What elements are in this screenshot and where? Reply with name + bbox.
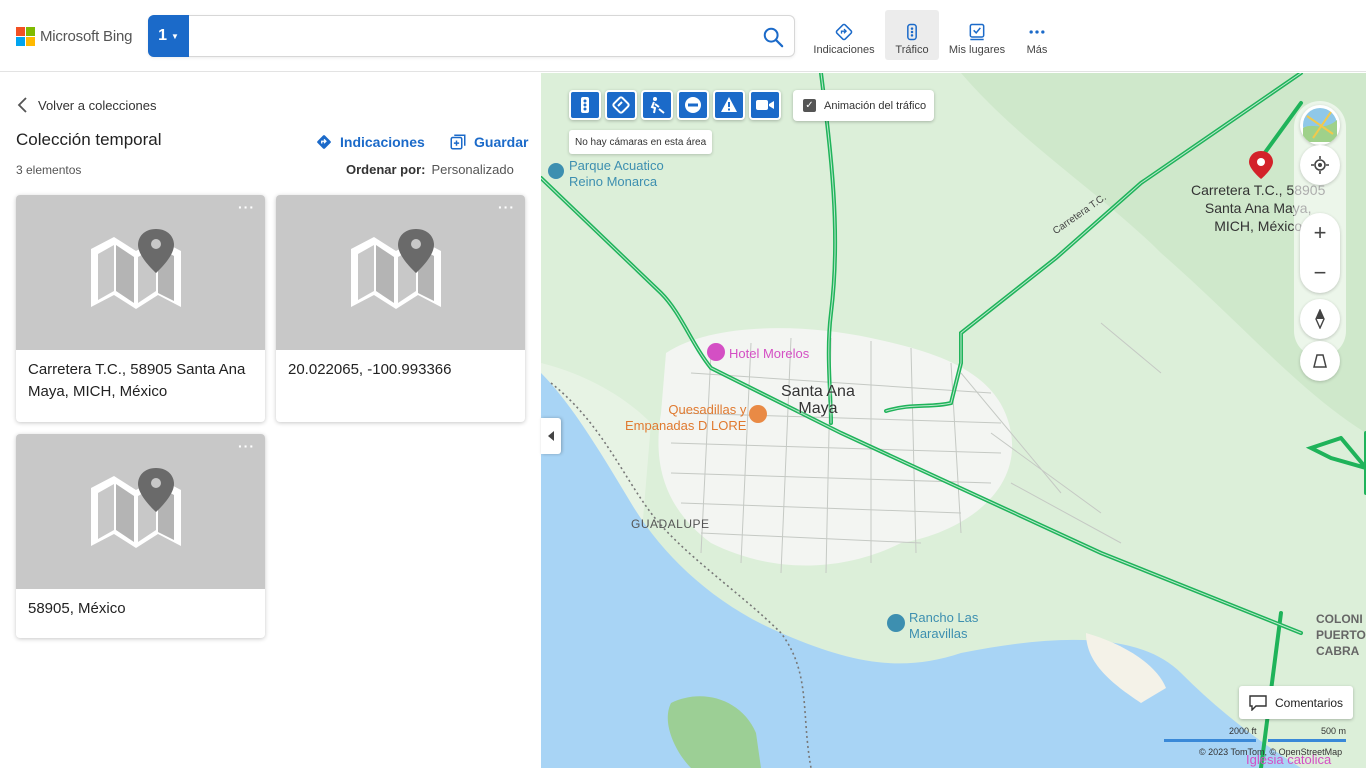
- traffic-animation-toggle[interactable]: ✓ Animación del tráfico: [793, 90, 935, 121]
- zoom-out-button[interactable]: −: [1300, 253, 1340, 293]
- map-pin-icon: [91, 229, 181, 309]
- sort-control[interactable]: Ordenar por: Personalizado: [346, 162, 514, 177]
- sort-value: Personalizado: [431, 162, 514, 177]
- camera-icon: [756, 100, 774, 110]
- back-link-label: Volver a colecciones: [38, 97, 157, 113]
- search-scope-label: 1: [158, 27, 167, 44]
- nav-directions[interactable]: Indicaciones: [808, 10, 880, 60]
- compass-icon: [1315, 309, 1325, 329]
- traffic-incidents-button[interactable]: [605, 90, 637, 120]
- search-scope-dropdown[interactable]: 1 ▼: [148, 15, 189, 57]
- item-thumbnail: ···: [276, 195, 525, 350]
- map-pin-icon: [91, 468, 181, 548]
- chevron-down-icon: ▼: [170, 31, 179, 41]
- item-more-options[interactable]: ···: [238, 199, 255, 215]
- map-label-parque[interactable]: Parque Acuatico Reino Monarca: [569, 158, 664, 190]
- directions-icon: [317, 135, 331, 149]
- nav-traffic-label: Tráfico: [895, 44, 929, 56]
- nav-traffic[interactable]: Tráfico: [885, 10, 939, 60]
- map-label-rancho[interactable]: Rancho Las Maravillas: [909, 610, 978, 642]
- map-label-hotel[interactable]: Hotel Morelos: [729, 346, 809, 361]
- microsoft-logo-icon: [16, 26, 35, 46]
- traffic-icon: [907, 23, 917, 41]
- map-label-town: Santa Ana Maya: [781, 383, 855, 417]
- search-input[interactable]: [197, 24, 737, 48]
- nav-my-places[interactable]: Mis lugares: [945, 10, 1009, 60]
- nav-more[interactable]: Más: [1017, 10, 1057, 60]
- zoom-controls: + −: [1300, 213, 1340, 293]
- no-entry-icon: [685, 97, 701, 113]
- tilt-icon: [1313, 354, 1327, 368]
- collapse-panel-button[interactable]: [541, 418, 561, 454]
- camera-note: No hay cámaras en esta área: [569, 130, 713, 154]
- collection-title: Colección temporal: [16, 130, 162, 149]
- chevron-left-icon: [17, 97, 27, 113]
- map-style-icon: [1303, 108, 1337, 142]
- locate-me-button[interactable]: [1300, 145, 1340, 185]
- directions-icon: [835, 23, 853, 41]
- cameras-button[interactable]: [749, 90, 781, 120]
- scale-bar-ft: [1164, 739, 1256, 742]
- item-label: 58905, México: [28, 600, 126, 617]
- search-icon[interactable]: [762, 26, 784, 48]
- feedback-button[interactable]: Comentarios: [1239, 686, 1354, 719]
- search-box: 1 ▼: [148, 15, 795, 57]
- back-to-collections-link[interactable]: Volver a colecciones: [16, 97, 157, 113]
- collection-panel: Volver a colecciones Colección temporal …: [0, 73, 541, 768]
- directions-label: Indicaciones: [340, 134, 425, 150]
- nav-directions-label: Indicaciones: [813, 44, 875, 56]
- collection-item-card[interactable]: ··· 20.022065, -100.993366: [276, 195, 525, 422]
- scale-ft: 2000 ft: [1229, 726, 1257, 736]
- collection-directions-button[interactable]: Indicaciones: [315, 133, 425, 151]
- zoom-in-button[interactable]: +: [1300, 213, 1340, 253]
- collection-count: 3 elementos: [16, 163, 82, 177]
- warnings-button[interactable]: [713, 90, 745, 120]
- item-thumbnail: ···: [16, 195, 265, 350]
- map-label-guadalupe: GUADALUPE: [631, 517, 710, 531]
- locate-icon: [1311, 156, 1329, 174]
- closures-button[interactable]: [677, 90, 709, 120]
- collection-item-card[interactable]: ··· Carretera T.C., 58905 Santa Ana Maya…: [16, 195, 265, 422]
- map-controls: + −: [1294, 101, 1346, 381]
- item-more-options[interactable]: ···: [498, 199, 515, 215]
- tilt-button[interactable]: [1300, 341, 1340, 381]
- collection-item-card[interactable]: ··· 58905, México: [16, 434, 265, 638]
- construction-button[interactable]: [641, 90, 673, 120]
- comment-icon: [1249, 694, 1267, 711]
- sort-label: Ordenar por:: [346, 162, 426, 177]
- map-label-quesadillas[interactable]: Quesadillas y Empanadas D LORE: [625, 402, 746, 434]
- scale-bar-m: [1268, 739, 1346, 742]
- construction-icon: [650, 97, 665, 114]
- save-label: Guardar: [474, 134, 529, 150]
- traffic-toolbar: [569, 90, 781, 120]
- caret-left-icon: [548, 431, 554, 441]
- map-label-colonia: COLONI PUERTO CABRA: [1316, 612, 1366, 658]
- more-icon: [1029, 30, 1045, 34]
- compass-button[interactable]: [1300, 299, 1340, 339]
- top-header: Microsoft Bing 1 ▼ Indicaciones Tráfico: [0, 0, 1366, 72]
- road-closure-icon: [612, 96, 630, 114]
- item-label: 20.022065, -100.993366: [288, 361, 452, 378]
- bing-logo[interactable]: Microsoft Bing: [16, 26, 132, 46]
- map-style-switcher[interactable]: [1300, 105, 1340, 145]
- map-pin-icon: [351, 229, 441, 309]
- feedback-label: Comentarios: [1275, 695, 1344, 710]
- map-copyright: © 2023 TomTom, © OpenStreetMap: [1199, 747, 1343, 757]
- nav-my-places-label: Mis lugares: [948, 44, 1006, 56]
- traffic-flow-button[interactable]: [569, 90, 601, 120]
- brand-name: Microsoft Bing: [40, 27, 133, 45]
- item-more-options[interactable]: ···: [238, 438, 255, 454]
- warning-icon: [721, 97, 737, 112]
- my-places-icon: [969, 23, 985, 41]
- save-icon: [450, 134, 466, 150]
- nav-more-label: Más: [1026, 44, 1048, 56]
- save-button[interactable]: Guardar: [449, 133, 528, 151]
- item-label: Carretera T.C., 58905 Santa Ana Maya, MI…: [28, 361, 246, 400]
- map-canvas[interactable]: Parque Acuatico Reino Monarca Hotel More…: [541, 73, 1366, 768]
- traffic-light-icon: [581, 97, 589, 113]
- checkbox-checked-icon: ✓: [803, 99, 816, 112]
- scale-m: 500 m: [1320, 726, 1346, 736]
- item-thumbnail: ···: [16, 434, 265, 589]
- traffic-animation-label: Animación del tráfico: [824, 99, 927, 112]
